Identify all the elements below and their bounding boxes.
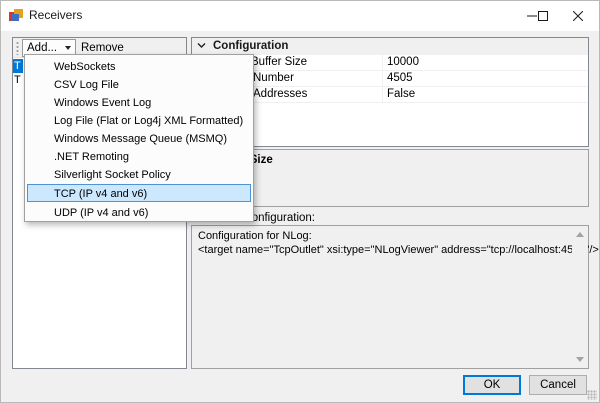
window-title: Receivers [29,8,83,22]
scroll-up-icon[interactable] [576,232,584,237]
menu-item-csv-log-file[interactable]: CSV Log File [27,75,251,93]
ok-button[interactable]: OK [463,375,521,395]
resize-grip[interactable] [587,390,597,400]
menu-item-windows-event-log[interactable]: Windows Event Log [27,93,251,111]
config-textbox[interactable]: Configuration for NLog: <target name="Tc… [191,225,599,369]
category-configuration[interactable]: Configuration [192,38,588,55]
receivers-dialog: Receivers Add... Remove T T Configuratio… [0,0,600,403]
close-button[interactable] [555,1,600,31]
scroll-down-icon[interactable] [576,357,584,362]
toolbar-grip[interactable] [16,41,19,55]
config-line: <target name="TcpOutlet" xsi:type="NLogV… [198,244,599,256]
menu-item-msmq[interactable]: Windows Message Queue (MSMQ) [27,129,251,147]
vertical-scrollbar[interactable] [572,226,588,368]
property-value[interactable]: 10000 [387,56,419,68]
chevron-down-icon[interactable] [197,41,206,50]
menu-item-tcp[interactable]: TCP (IP v4 and v6) [27,184,251,202]
menu-item-udp[interactable]: UDP (IP v4 and v6) [27,203,251,221]
app-icon [9,9,23,21]
config-line: Configuration for NLog: [198,230,312,242]
column-divider[interactable] [382,87,383,103]
menu-item-websockets[interactable]: WebSockets [27,57,251,75]
dropdown-arrow-icon [65,46,71,50]
property-value[interactable]: 4505 [387,72,413,84]
maximize-icon [538,11,548,21]
menu-item-silverlight-socket-policy[interactable]: Silverlight Socket Policy [27,165,251,183]
menu-item-log-file[interactable]: Log File (Flat or Log4j XML Formatted) [27,111,251,129]
menu-item-net-remoting[interactable]: .NET Remoting [27,147,251,165]
add-button-label: Add... [27,42,58,54]
add-receiver-menu: WebSockets CSV Log File Windows Event Lo… [24,54,254,222]
cancel-button[interactable]: Cancel [529,375,587,395]
property-value[interactable]: False [387,88,415,100]
title-bar: Receivers [1,1,599,31]
column-divider[interactable] [382,55,383,71]
close-icon [573,11,583,21]
category-title: Configuration [213,40,289,52]
receiver-list-item[interactable]: T [13,59,23,73]
column-divider[interactable] [382,71,383,87]
